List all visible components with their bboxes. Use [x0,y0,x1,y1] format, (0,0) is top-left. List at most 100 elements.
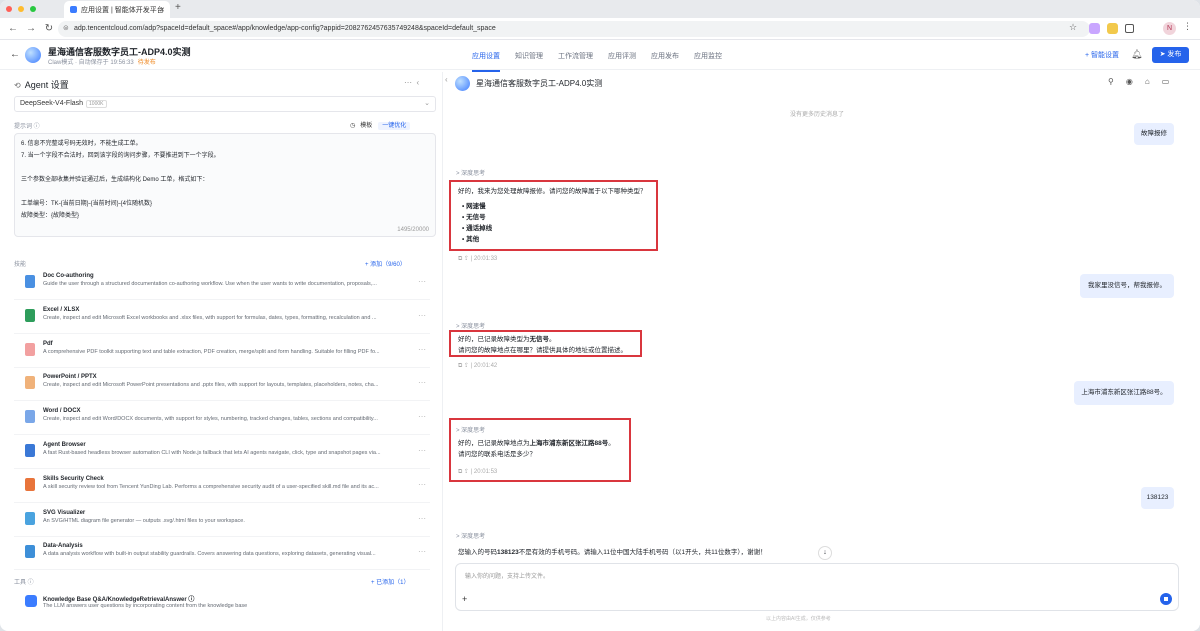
more-icon[interactable]: ⋯ [418,378,426,387]
bookmark-star-icon[interactable]: ☆ [1069,22,1077,33]
chat-input[interactable]: 输入你的问题，支持上传文件。 + [455,563,1179,611]
minimize-window-button[interactable] [18,6,24,12]
notification-bell-icon[interactable]: 🔔︎ [1131,49,1142,60]
browser-menu-icon[interactable]: ⋮ [1183,21,1192,32]
agent-icon: ⟲ [14,81,21,90]
lock-icon[interactable]: ⌂ [1145,77,1162,86]
skill-desc: A data analysis workflow with built-in o… [43,551,376,558]
copy-icon[interactable]: ⧉ [458,363,462,369]
tab-app-settings[interactable]: 应用设置 [472,51,500,72]
more-icon[interactable]: ⋯ [418,277,426,286]
scroll-down-button[interactable]: ↓ [818,546,832,560]
history-icon[interactable]: ◷ [350,123,355,129]
more-icon[interactable]: ⋯ [418,412,426,421]
more-icon[interactable]: ⋯ [418,480,426,489]
deep-think-toggle[interactable]: > 深度思考 [456,168,485,177]
skill-desc: Create, inspect and edit Word/DOCX docum… [43,416,378,423]
profile-avatar[interactable]: N [1163,22,1176,35]
extension-icon[interactable] [1107,23,1118,34]
user-message: 138123 [1141,487,1174,509]
extension-icon[interactable] [1089,23,1100,34]
site-info-icon[interactable]: ⊜ [63,21,69,37]
copy-icon[interactable]: ⧉ [458,256,462,262]
user-message: 上海市浦东新区张江路88号。 [1074,381,1174,405]
publish-button[interactable]: ➤ 发布 [1152,47,1189,63]
prompt-line: 7. 当一个字段不合法时，回到该字段的询问步骤，不要推进到下一个字段。 [21,153,220,159]
stop-button[interactable] [1160,593,1172,605]
prompt-line [21,162,429,174]
skill-item[interactable]: SVG Visualizer An SVG/HTML diagram file g… [14,504,430,537]
copy-icon[interactable]: ⧉ [458,469,462,475]
browser-tab[interactable]: 应用设置 | 智能体开发平台 ✕ [64,1,170,18]
new-tab-icon[interactable]: + [175,2,181,13]
more-icon[interactable]: ⋯ [418,446,426,455]
skill-item[interactable]: Skills Security Check A skill security re… [14,470,430,503]
attach-plus-icon[interactable]: + [462,594,467,604]
reload-icon[interactable]: ↻ [44,23,54,34]
template-button[interactable]: 模板 [360,123,372,129]
share-icon[interactable]: ⇪ [464,363,469,369]
agent-settings-title-text: Agent 设置 [24,80,69,90]
app-logo [25,47,41,63]
skill-file-icon [25,308,35,322]
url-field[interactable]: ⊜ adp.tencentcloud.com/adp?spaceId=defau… [58,21,1090,37]
user-message: 故障报修 [1134,123,1174,145]
skill-item[interactable]: PowerPoint / PPTX Create, inspect and edi… [14,368,430,402]
ai-disclaimer: 以上内容由AI生成，仅供参考 [766,616,831,622]
tool-desc: The LLM answers user questions by incorp… [43,603,248,609]
forward-icon[interactable]: → [26,23,36,34]
back-icon[interactable]: ← [8,23,18,34]
skill-item[interactable]: Doc Co-authoring Guide the user through a… [14,267,430,300]
share-icon[interactable]: ⇪ [464,469,469,475]
more-icon[interactable]: ⋯ [404,78,412,87]
more-icon[interactable]: ⋯ [418,311,426,320]
tool-item[interactable]: Knowledge Base Q&A/KnowledgeRetrievalAns… [14,587,430,617]
settings-icon[interactable]: ◉ [1126,77,1145,86]
more-icon[interactable]: ⋯ [418,514,426,523]
agent-settings-panel: ⟲ Agent 设置 ⋯ ‹ DeepSeek-V4-Flash 1000K ⌄ 提… [8,72,440,631]
folder-icon[interactable]: ▭ [1162,77,1182,86]
more-icon[interactable]: ⋯ [418,547,426,556]
smart-setting-button[interactable]: + 智能设置 [1085,50,1119,60]
deep-think-toggle[interactable]: > 深度思考 [456,531,485,540]
tab-workflow[interactable]: 工作流管理 [558,51,593,61]
model-name: DeepSeek-V4-Flash [20,100,84,107]
skill-file-icon [25,511,35,525]
skill-desc: A fast Rust-based headless browser autom… [43,450,381,456]
skill-item[interactable]: Data-Analysis A data analysis workflow wi… [14,537,430,571]
bot-message: 您输入的号码138123不是有效的手机号码。请输入11位中国大陆手机号码（以1开… [458,547,767,558]
tab-monitor[interactable]: 应用监控 [694,51,722,61]
model-select[interactable]: DeepSeek-V4-Flash 1000K ⌄ [14,96,436,112]
agent-settings-title: ⟲ Agent 设置 [14,78,69,91]
more-icon[interactable]: ⋯ [418,345,426,354]
back-arrow-icon[interactable]: ← [10,49,20,60]
skill-item[interactable]: Agent Browser A fast Rust-based headless … [14,436,430,469]
extensions-puzzle-icon[interactable] [1125,24,1134,33]
collapse-icon[interactable]: ‹ [416,78,419,87]
optimize-button[interactable]: 一键优化 [378,122,411,130]
bot-text-part: 不是有效的手机号码。请输入11位中国大陆手机号码（以1开头，共11位数字），谢谢… [518,549,767,556]
close-tab-icon[interactable]: ✕ [159,6,165,14]
model-context-tag: 1000K [86,100,107,108]
tools-label: 工具 ⓘ [14,580,34,586]
close-window-button[interactable] [6,6,12,12]
skill-item[interactable]: Excel / XLSX Create, inspect and edit Mic… [14,301,430,334]
chat-input-placeholder: 输入你的问题，支持上传文件。 [465,574,550,580]
chat-panel: ‹ 星海通信客服数字员工-ADP4.0实测 ⚲◉⌂▭ 没有更多历史消息了 故障报… [444,72,1200,631]
deep-think-toggle[interactable]: > 深度思考 [456,321,485,330]
prompt-textarea[interactable]: 6. 信息不完整或号码无效时，不能生成工单。 7. 当一个字段不合法时，回到该字… [14,133,436,237]
panel-divider[interactable] [442,72,443,631]
maximize-window-button[interactable] [30,6,36,12]
expand-left-icon[interactable]: ‹ [445,75,448,84]
skill-desc: An SVG/HTML diagram file generator — out… [43,517,245,524]
link-icon[interactable]: ⚲ [1108,77,1126,86]
tab-knowledge[interactable]: 知识管理 [515,51,543,61]
skill-item[interactable]: Pdf A comprehensive PDF toolkit supportin… [14,335,430,368]
tab-release[interactable]: 应用发布 [651,51,679,61]
add-tool-button[interactable]: + 已添加（1） [371,577,410,586]
skill-desc: Create, inspect and edit Microsoft Power… [43,382,379,389]
tab-evaluation[interactable]: 应用评测 [608,51,636,61]
share-icon[interactable]: ⇪ [464,256,469,262]
chat-app-logo [455,76,470,91]
skill-item[interactable]: Word / DOCX Create, inspect and edit Word… [14,402,430,436]
